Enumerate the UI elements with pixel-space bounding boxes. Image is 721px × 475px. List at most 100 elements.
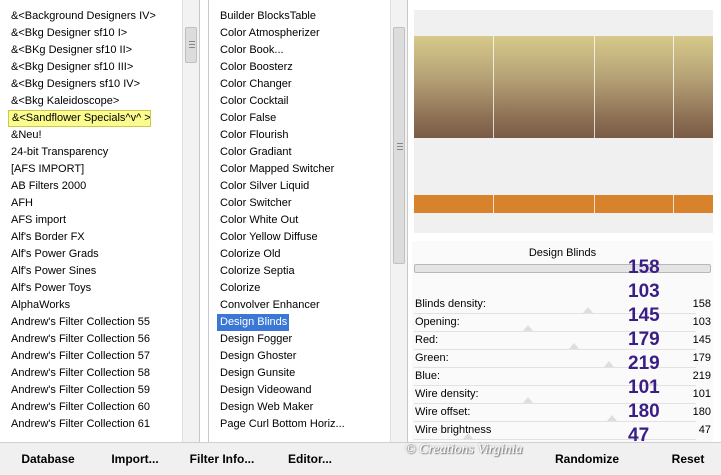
param-row[interactable]: Green: 179: [414, 350, 711, 368]
filter-item[interactable]: Design Videowand: [217, 382, 395, 399]
filter-item[interactable]: Color Book...: [217, 42, 395, 59]
category-item[interactable]: Andrew's Filter Collection 59: [8, 382, 193, 399]
reset-button[interactable]: Reset: [668, 447, 708, 471]
category-item[interactable]: Andrew's Filter Collection 58: [8, 365, 193, 382]
category-scrollbar-thumb[interactable]: [185, 27, 197, 63]
category-list[interactable]: &<Background Designers IV> &<Bkg Designer…: [0, 0, 200, 442]
param-label: Red:: [415, 334, 439, 346]
filter-item-selected[interactable]: Design Blinds: [217, 314, 289, 331]
category-item[interactable]: Andrew's Filter Collection 55: [8, 314, 193, 331]
param-value: 219: [692, 370, 711, 382]
filter-item[interactable]: Color False: [217, 110, 395, 127]
category-scrollbar[interactable]: [182, 0, 199, 442]
category-item[interactable]: &<BKg Designer sf10 II>: [8, 42, 193, 59]
category-item[interactable]: [AFS IMPORT]: [8, 161, 193, 178]
category-item[interactable]: &<Bkg Kaleidoscope>: [8, 93, 193, 110]
param-slider-thumb[interactable]: [582, 307, 593, 313]
param-slider[interactable]: [414, 433, 696, 440]
param-value: 158: [692, 298, 711, 310]
filter-item[interactable]: Design Ghoster: [217, 348, 395, 365]
category-item[interactable]: &<Sandflower Specials^v^ >: [8, 110, 151, 127]
filter-item[interactable]: Colorize Old: [217, 246, 395, 263]
database-button[interactable]: Database: [14, 447, 82, 471]
filter-item[interactable]: Page Curl Bottom Horiz...: [217, 416, 395, 433]
param-value: 47: [698, 424, 711, 436]
filter-item[interactable]: Color Switcher: [217, 195, 395, 212]
overlay-number: 180: [628, 401, 660, 422]
param-label: Wire offset:: [415, 406, 471, 418]
editor-button[interactable]: Editor...: [282, 447, 338, 471]
param-value: 179: [692, 352, 711, 364]
filter-list[interactable]: Builder BlocksTable Color Atmospherizer Co…: [208, 0, 408, 442]
param-row[interactable]: Opening: 103: [414, 314, 711, 332]
filter-item[interactable]: Color Boosterz: [217, 59, 395, 76]
import-button[interactable]: Import...: [104, 447, 166, 471]
param-slider-thumb[interactable]: [604, 361, 615, 367]
param-row[interactable]: Wire brightness 47: [414, 422, 711, 440]
filter-info-button[interactable]: Filter Info...: [186, 447, 258, 471]
param-slider-thumb[interactable]: [522, 325, 533, 331]
category-item[interactable]: AFS import: [8, 212, 193, 229]
category-item[interactable]: Alf's Power Sines: [8, 263, 193, 280]
param-label: Blinds density:: [415, 298, 486, 310]
overlay-number: 101: [628, 377, 660, 398]
category-item[interactable]: Andrew's Filter Collection 56: [8, 331, 193, 348]
preset-slider[interactable]: [414, 264, 711, 273]
category-item[interactable]: Alf's Border FX: [8, 229, 193, 246]
category-item[interactable]: AFH: [8, 195, 193, 212]
filter-item[interactable]: Colorize: [217, 280, 395, 297]
category-item[interactable]: 24-bit Transparency: [8, 144, 193, 161]
param-label: Opening:: [415, 316, 460, 328]
filter-item[interactable]: Color Gradiant: [217, 144, 395, 161]
category-item[interactable]: Alf's Power Toys: [8, 280, 193, 297]
filter-item[interactable]: Color Atmospherizer: [217, 25, 395, 42]
filter-scrollbar[interactable]: [390, 0, 407, 442]
param-label: Blue:: [415, 370, 441, 382]
param-label: Wire brightness: [415, 424, 492, 436]
overlay-number: 179: [628, 329, 660, 350]
category-item[interactable]: Andrew's Filter Collection 60: [8, 399, 193, 416]
param-slider-thumb[interactable]: [607, 415, 618, 421]
filter-item[interactable]: Color Silver Liquid: [217, 178, 395, 195]
category-item[interactable]: Andrew's Filter Collection 57: [8, 348, 193, 365]
filter-item[interactable]: Color Mapped Switcher: [217, 161, 395, 178]
category-item[interactable]: &<Bkg Designer sf10 III>: [8, 59, 193, 76]
filter-item[interactable]: Design Fogger: [217, 331, 395, 348]
filter-item[interactable]: Colorize Septia: [217, 263, 395, 280]
filter-scrollbar-thumb[interactable]: [393, 27, 405, 264]
param-slider-thumb[interactable]: [569, 343, 580, 349]
category-item[interactable]: &<Bkg Designer sf10 I>: [8, 25, 193, 42]
preview-blinds-strip: [414, 195, 713, 213]
category-item[interactable]: AlphaWorks: [8, 297, 193, 314]
filter-item[interactable]: Builder BlocksTable: [217, 8, 395, 25]
filter-item[interactable]: Design Gunsite: [217, 365, 395, 382]
param-slider-thumb[interactable]: [522, 397, 533, 403]
overlay-number: 219: [628, 353, 660, 374]
filter-item[interactable]: Color White Out: [217, 212, 395, 229]
category-item[interactable]: &<Background Designers IV>: [8, 8, 193, 25]
filter-item[interactable]: Color Yellow Diffuse: [217, 229, 395, 246]
filter-item[interactable]: Color Flourish: [217, 127, 395, 144]
category-item[interactable]: Alf's Power Grads: [8, 246, 193, 263]
filter-item[interactable]: Color Cocktail: [217, 93, 395, 110]
filter-item[interactable]: Convolver Enhancer: [217, 297, 395, 314]
settings-title: Design Blinds: [528, 247, 597, 259]
filter-settings: Design Blinds Blinds density: 158 Opening:…: [412, 241, 713, 442]
param-row[interactable]: Wire offset: 180: [414, 404, 711, 422]
param-value: 101: [692, 388, 711, 400]
param-row[interactable]: Blue: 219: [414, 368, 711, 386]
category-item[interactable]: &Neu!: [8, 127, 193, 144]
overlay-number: 145: [628, 305, 660, 326]
param-label: Green:: [415, 352, 449, 364]
filter-item[interactable]: Design Web Maker: [217, 399, 395, 416]
overlay-number: 103: [628, 281, 660, 302]
filter-item[interactable]: Color Changer: [217, 76, 395, 93]
param-row[interactable]: Wire density: 101: [414, 386, 711, 404]
category-item[interactable]: Andrew's Filter Collection 61: [8, 416, 193, 433]
param-row[interactable]: Red: 145: [414, 332, 711, 350]
category-item[interactable]: &<Bkg Designers sf10 IV>: [8, 76, 193, 93]
param-row[interactable]: Blinds density: 158: [414, 296, 711, 314]
category-item[interactable]: AB Filters 2000: [8, 178, 193, 195]
randomize-button[interactable]: Randomize: [548, 447, 626, 471]
param-value: 180: [692, 406, 711, 418]
